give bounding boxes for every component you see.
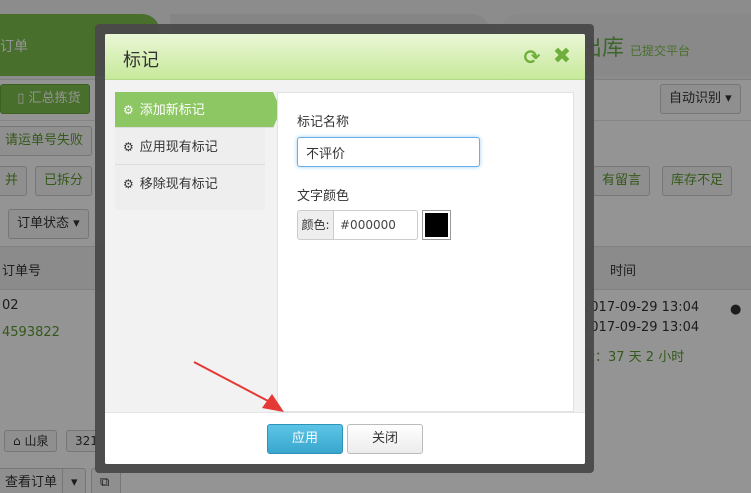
- mark-dialog: 标记 ⟳ ✖ ⚙ 添加新标记 ⚙ 应用现有标记 ⚙ 移除现有标记 标记名称 文字颜色 …: [105, 34, 585, 464]
- dialog-title: 标记: [123, 50, 159, 71]
- dialog-footer: 应用 关闭: [105, 412, 585, 464]
- side-item-label: 移除现有标记: [139, 177, 218, 192]
- close-icon[interactable]: ✖: [551, 46, 573, 68]
- color-addon: 颜色:: [297, 210, 334, 240]
- gear-icon: ⚙: [123, 103, 134, 117]
- color-input[interactable]: [333, 210, 418, 240]
- text-color-label: 文字颜色: [297, 189, 350, 204]
- side-item-apply-existing[interactable]: ⚙ 应用现有标记: [115, 129, 265, 165]
- gear-icon: ⚙: [123, 140, 134, 154]
- mark-name-label: 标记名称: [297, 115, 350, 130]
- mark-name-input[interactable]: [297, 137, 480, 167]
- color-swatch[interactable]: [422, 210, 451, 240]
- refresh-icon[interactable]: ⟳: [521, 46, 543, 68]
- side-item-add-new[interactable]: ⚙ 添加新标记: [115, 92, 281, 128]
- color-swatch-fill: [425, 213, 448, 237]
- apply-button[interactable]: 应用: [267, 424, 343, 454]
- gear-icon: ⚙: [123, 177, 134, 191]
- dialog-body: ⚙ 添加新标记 ⚙ 应用现有标记 ⚙ 移除现有标记 标记名称 文字颜色 颜色:: [105, 80, 585, 412]
- side-item-remove-existing[interactable]: ⚙ 移除现有标记: [115, 166, 265, 202]
- side-item-label: 应用现有标记: [139, 140, 218, 155]
- side-item-label: 添加新标记: [139, 103, 205, 118]
- side-menu: ⚙ 添加新标记 ⚙ 应用现有标记 ⚙ 移除现有标记: [115, 92, 281, 210]
- form-panel: 标记名称 文字颜色 颜色:: [277, 92, 574, 412]
- close-button[interactable]: 关闭: [347, 424, 423, 454]
- dialog-header: 标记 ⟳ ✖: [105, 34, 585, 80]
